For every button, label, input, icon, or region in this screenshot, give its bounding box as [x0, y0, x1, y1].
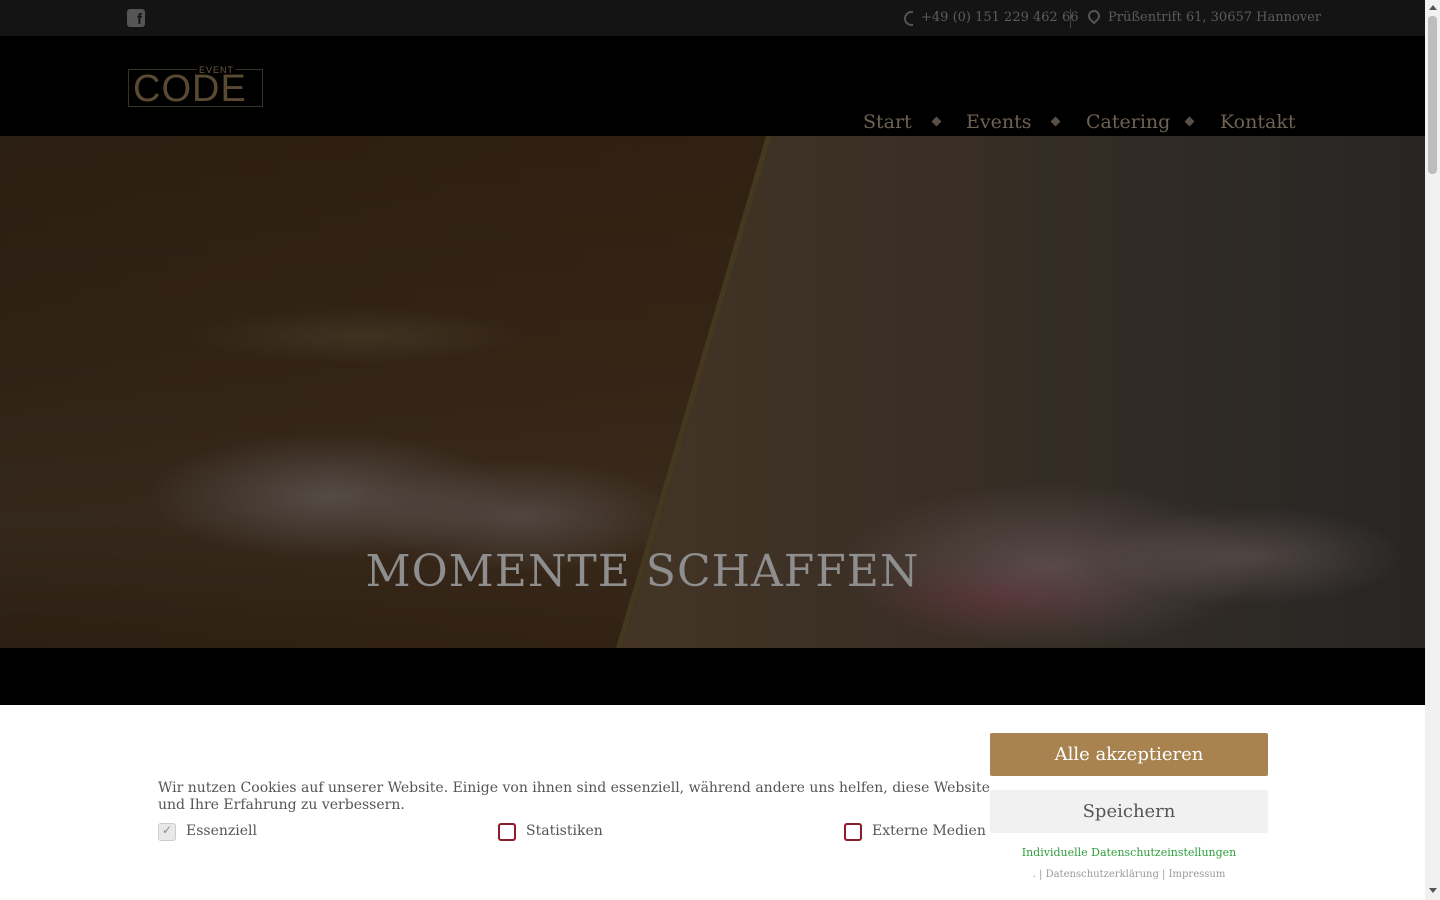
imprint-link[interactable]: Impressum: [1169, 869, 1226, 880]
scrollbar-thumb[interactable]: [1428, 16, 1437, 174]
save-button[interactable]: Speichern: [990, 790, 1268, 833]
phone-number[interactable]: +49 (0) 151 229 462 66: [921, 10, 1079, 25]
nav-item-start[interactable]: Start: [863, 111, 912, 133]
hero-banner: MOMENTE SCHAFFEN: [0, 136, 1425, 648]
checkbox-label: Externe Medien: [872, 823, 986, 839]
footer-links: . | Datenschutzerklärung | Impressum: [1032, 869, 1226, 880]
privacy-link[interactable]: Datenschutzerklärung: [1046, 869, 1159, 880]
hero-title: MOMENTE SCHAFFEN: [365, 546, 920, 597]
location-pin-icon: [1085, 7, 1103, 25]
checkbox-label: Essenziell: [186, 823, 257, 839]
individual-settings-link[interactable]: Individuelle Datenschutzeinstellungen: [990, 846, 1268, 859]
nav-separator: [1184, 116, 1195, 127]
site-header: EVENT CODE Start Events Catering Kontakt: [0, 36, 1425, 136]
nav-item-kontakt[interactable]: Kontakt: [1220, 111, 1295, 133]
logo-code-text: CODE: [133, 68, 247, 110]
checkbox-statistiken[interactable]: [498, 823, 516, 841]
address[interactable]: Prüßentrift 61, 30657 Hannover: [1108, 10, 1321, 25]
cookie-banner: Wir nutzen Cookies auf unserer Website. …: [0, 705, 1425, 900]
facebook-icon[interactable]: f: [127, 9, 145, 27]
checkbox-label: Statistiken: [526, 823, 603, 839]
checkbox-externe-medien[interactable]: [844, 823, 862, 841]
checkbox-essenziell[interactable]: [158, 823, 176, 841]
scroll-down-arrow-icon[interactable]: [1429, 888, 1437, 893]
nav-item-events[interactable]: Events: [966, 111, 1031, 133]
footer-dot: .: [1032, 869, 1036, 880]
divider: [1070, 9, 1071, 28]
logo[interactable]: EVENT CODE: [128, 65, 263, 110]
nav-item-catering[interactable]: Catering: [1086, 111, 1170, 133]
nav-separator: [1050, 116, 1061, 127]
nav-separator: [931, 116, 942, 127]
phone-icon: [904, 11, 913, 26]
top-bar: f +49 (0) 151 229 462 66 Prüßentrift 61,…: [0, 0, 1425, 36]
accept-all-button[interactable]: Alle akzeptieren: [990, 733, 1268, 776]
scroll-up-arrow-icon[interactable]: [1429, 5, 1437, 10]
cookie-text: Wir nutzen Cookies auf unserer Website. …: [158, 780, 990, 813]
